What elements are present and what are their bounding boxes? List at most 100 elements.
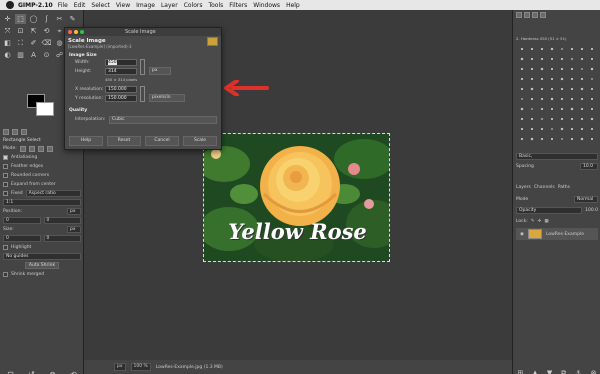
brush-preview[interactable] bbox=[527, 124, 536, 133]
brush-preview[interactable] bbox=[557, 104, 566, 113]
tool-21-icon[interactable]: ⊙ bbox=[41, 50, 52, 60]
brush-preview[interactable] bbox=[567, 54, 576, 63]
brush-preview[interactable] bbox=[517, 114, 526, 123]
yres-input[interactable]: 150.000 bbox=[105, 95, 137, 102]
scale-button[interactable]: Scale bbox=[183, 136, 217, 146]
tool-15-icon[interactable]: ⌫ bbox=[41, 38, 52, 48]
tool-9-icon[interactable]: ⟲ bbox=[41, 26, 52, 36]
brush-preview[interactable] bbox=[537, 44, 546, 53]
brush-preview[interactable] bbox=[577, 64, 586, 73]
brush-preview[interactable] bbox=[537, 124, 546, 133]
menu-edit[interactable]: Edit bbox=[74, 2, 86, 9]
antialiasing-checkbox[interactable] bbox=[3, 155, 8, 160]
width-input[interactable]: 450 bbox=[105, 59, 137, 66]
brush-preview[interactable] bbox=[527, 74, 536, 83]
brush-preview[interactable] bbox=[567, 94, 576, 103]
zoom-window-icon[interactable] bbox=[80, 30, 84, 34]
save-options-icon[interactable]: ⊟ bbox=[7, 370, 14, 374]
brush-preview[interactable] bbox=[567, 84, 576, 93]
brush-preview[interactable] bbox=[577, 114, 586, 123]
brush-preview[interactable] bbox=[527, 84, 536, 93]
menu-layer[interactable]: Layer bbox=[161, 2, 178, 9]
brush-preview[interactable] bbox=[547, 114, 556, 123]
brush-preview[interactable] bbox=[557, 94, 566, 103]
tool-8-icon[interactable]: ⇱ bbox=[28, 26, 39, 36]
antialiasing-option[interactable]: Antialiasing bbox=[0, 153, 84, 162]
brush-preview[interactable] bbox=[527, 44, 536, 53]
brush-preview[interactable] bbox=[587, 84, 596, 93]
brush-preview[interactable] bbox=[587, 114, 596, 123]
tool-14-icon[interactable]: ✐ bbox=[28, 38, 39, 48]
shrink-merged-checkbox[interactable] bbox=[3, 272, 8, 277]
new-layer-icon[interactable]: ⊞ bbox=[518, 369, 524, 374]
mode-replace-icon[interactable] bbox=[19, 145, 26, 152]
brush-preview[interactable] bbox=[557, 134, 566, 143]
size-y-input[interactable]: 0 bbox=[43, 235, 81, 242]
menu-filters[interactable]: Filters bbox=[229, 2, 247, 9]
brush-preview[interactable] bbox=[567, 104, 576, 113]
undo-history-tab-icon[interactable] bbox=[21, 129, 27, 135]
brush-preview[interactable] bbox=[557, 54, 566, 63]
apple-icon[interactable] bbox=[6, 1, 14, 9]
brush-preview[interactable] bbox=[527, 94, 536, 103]
brush-preview[interactable] bbox=[587, 124, 596, 133]
lock-alpha-icon[interactable]: ▦ bbox=[544, 219, 548, 224]
tool-13-icon[interactable]: ⛶ bbox=[15, 38, 26, 48]
brush-preview[interactable] bbox=[557, 124, 566, 133]
brush-preview[interactable] bbox=[557, 84, 566, 93]
brush-preview[interactable] bbox=[577, 84, 586, 93]
brush-preview[interactable] bbox=[517, 134, 526, 143]
eye-icon[interactable]: ◉ bbox=[520, 232, 524, 237]
brush-preview[interactable] bbox=[537, 114, 546, 123]
feather-option[interactable]: Feather edges bbox=[0, 162, 84, 171]
mode-add-icon[interactable] bbox=[28, 145, 35, 152]
position-x-input[interactable]: 0 bbox=[3, 217, 41, 224]
brush-preview[interactable] bbox=[577, 74, 586, 83]
rounded-option[interactable]: Rounded corners bbox=[0, 171, 84, 180]
tool-4-icon[interactable]: ✂ bbox=[54, 14, 65, 24]
brush-preview[interactable] bbox=[577, 104, 586, 113]
brush-preview[interactable] bbox=[527, 64, 536, 73]
brush-preview[interactable] bbox=[557, 74, 566, 83]
menu-windows[interactable]: Windows bbox=[253, 2, 280, 9]
highlight-option[interactable]: Highlight bbox=[0, 243, 84, 252]
brush-preview[interactable] bbox=[547, 74, 556, 83]
brushes-tab-icon[interactable] bbox=[516, 12, 522, 18]
brush-preview[interactable] bbox=[557, 64, 566, 73]
size-chain-icon[interactable] bbox=[140, 59, 145, 75]
menu-tools[interactable]: Tools bbox=[208, 2, 223, 9]
tab-layers[interactable]: Layers bbox=[516, 185, 531, 190]
tool-1-icon[interactable]: ⬚ bbox=[15, 14, 26, 24]
menu-image[interactable]: Image bbox=[136, 2, 155, 9]
resolution-unit-select[interactable]: pixels/in bbox=[149, 94, 185, 102]
reset-button[interactable]: Reset bbox=[107, 136, 141, 146]
brush-preview[interactable] bbox=[587, 134, 596, 143]
brush-preview[interactable] bbox=[517, 94, 526, 103]
tool-options-tab-icon[interactable] bbox=[3, 129, 9, 135]
size-unit-select[interactable]: px bbox=[67, 226, 81, 233]
brush-preview[interactable] bbox=[527, 54, 536, 63]
highlight-checkbox[interactable] bbox=[3, 245, 8, 250]
tool-20-icon[interactable]: A bbox=[28, 50, 39, 60]
menu-view[interactable]: View bbox=[116, 2, 130, 9]
device-status-tab-icon[interactable] bbox=[12, 129, 18, 135]
brush-preview[interactable] bbox=[537, 64, 546, 73]
brush-preview[interactable] bbox=[517, 44, 526, 53]
ratio-input[interactable]: 1:1 bbox=[3, 199, 81, 206]
brush-preview[interactable] bbox=[537, 54, 546, 63]
brush-preview[interactable] bbox=[547, 94, 556, 103]
brush-preview[interactable] bbox=[547, 124, 556, 133]
delete-layer-icon[interactable]: ⊗ bbox=[591, 369, 597, 374]
layer-mode-select[interactable]: Normal bbox=[574, 195, 598, 203]
lock-pixels-icon[interactable]: ✎ bbox=[531, 219, 535, 224]
tool-18-icon[interactable]: ◐ bbox=[2, 50, 13, 60]
tool-2-icon[interactable]: ◯ bbox=[28, 14, 39, 24]
brush-preview[interactable] bbox=[567, 44, 576, 53]
brush-preview[interactable] bbox=[587, 94, 596, 103]
brush-preview[interactable] bbox=[577, 54, 586, 63]
size-unit-select[interactable]: px bbox=[149, 67, 171, 75]
tool-19-icon[interactable]: ▥ bbox=[15, 50, 26, 60]
guides-select[interactable]: No guides bbox=[3, 253, 81, 260]
brush-preview[interactable] bbox=[547, 54, 556, 63]
brush-preview[interactable] bbox=[537, 74, 546, 83]
